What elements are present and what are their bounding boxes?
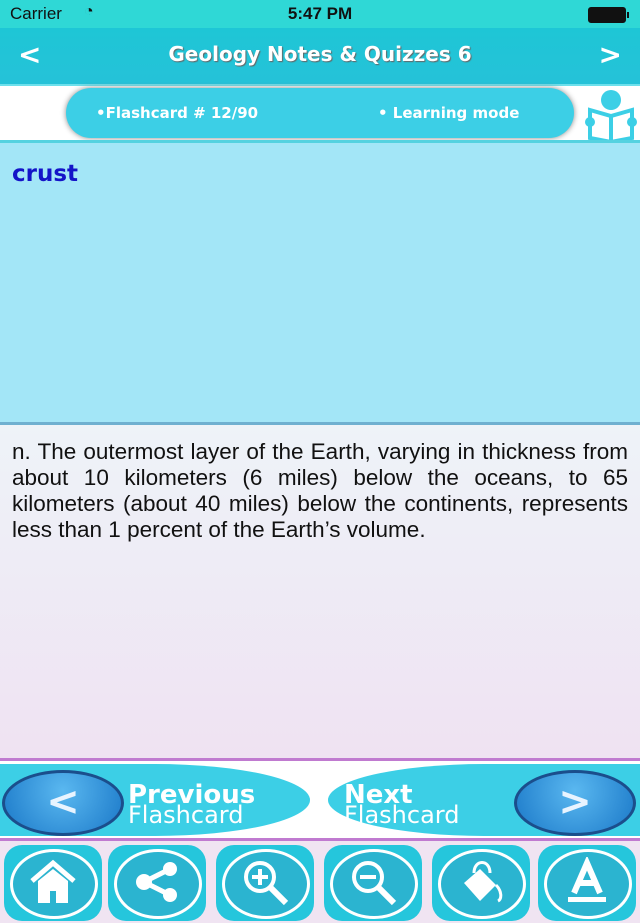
definition-panel: n. The outermost layer of the Earth, var… (0, 422, 640, 761)
flashcard-definition: n. The outermost layer of the Earth, var… (12, 439, 628, 542)
mode-label: • Learning mode (378, 104, 520, 122)
zoom-out-icon (352, 861, 397, 906)
nav-bar: < Geology Notes & Quizzes 6 > (0, 28, 640, 84)
page-title: Geology Notes & Quizzes 6 (168, 42, 472, 66)
zoom-out-button[interactable] (324, 845, 422, 921)
home-icon (30, 859, 76, 903)
chevron-right-icon: > (514, 770, 636, 836)
previous-sublabel: Flashcard (128, 801, 244, 829)
status-bar: Carrier ◔ 5:47 PM (0, 0, 640, 28)
previous-flashcard-button[interactable]: < Previous Flashcard (0, 764, 310, 836)
flashcard-counter: •Flashcard # 12/90 (96, 104, 259, 122)
info-strip: •Flashcard # 12/90 • Learning mode (0, 84, 640, 142)
flashcard-info-pill: •Flashcard # 12/90 • Learning mode (66, 88, 574, 138)
flashcard-term: crust (12, 161, 79, 187)
battery-icon (588, 7, 629, 23)
flashcard-navigation: < Previous Flashcard Next Flashcard > (0, 758, 640, 841)
reader-icon (585, 90, 637, 142)
forward-button[interactable]: > (599, 38, 622, 71)
theme-color-button[interactable] (432, 845, 530, 921)
next-sublabel: Flashcard (344, 801, 460, 829)
zoom-in-icon (244, 861, 289, 906)
zoom-in-button[interactable] (216, 845, 314, 921)
bottom-toolbar (0, 838, 640, 923)
term-panel: crust (0, 140, 640, 425)
font-button[interactable] (538, 845, 636, 921)
next-flashcard-button[interactable]: Next Flashcard > (328, 764, 640, 836)
share-button[interactable] (108, 845, 206, 921)
clock: 5:47 PM (287, 4, 353, 23)
paint-bucket-icon (464, 861, 503, 903)
chevron-left-icon: < (2, 770, 124, 836)
share-icon (136, 862, 177, 902)
home-button[interactable] (4, 845, 102, 921)
font-icon (568, 857, 606, 902)
